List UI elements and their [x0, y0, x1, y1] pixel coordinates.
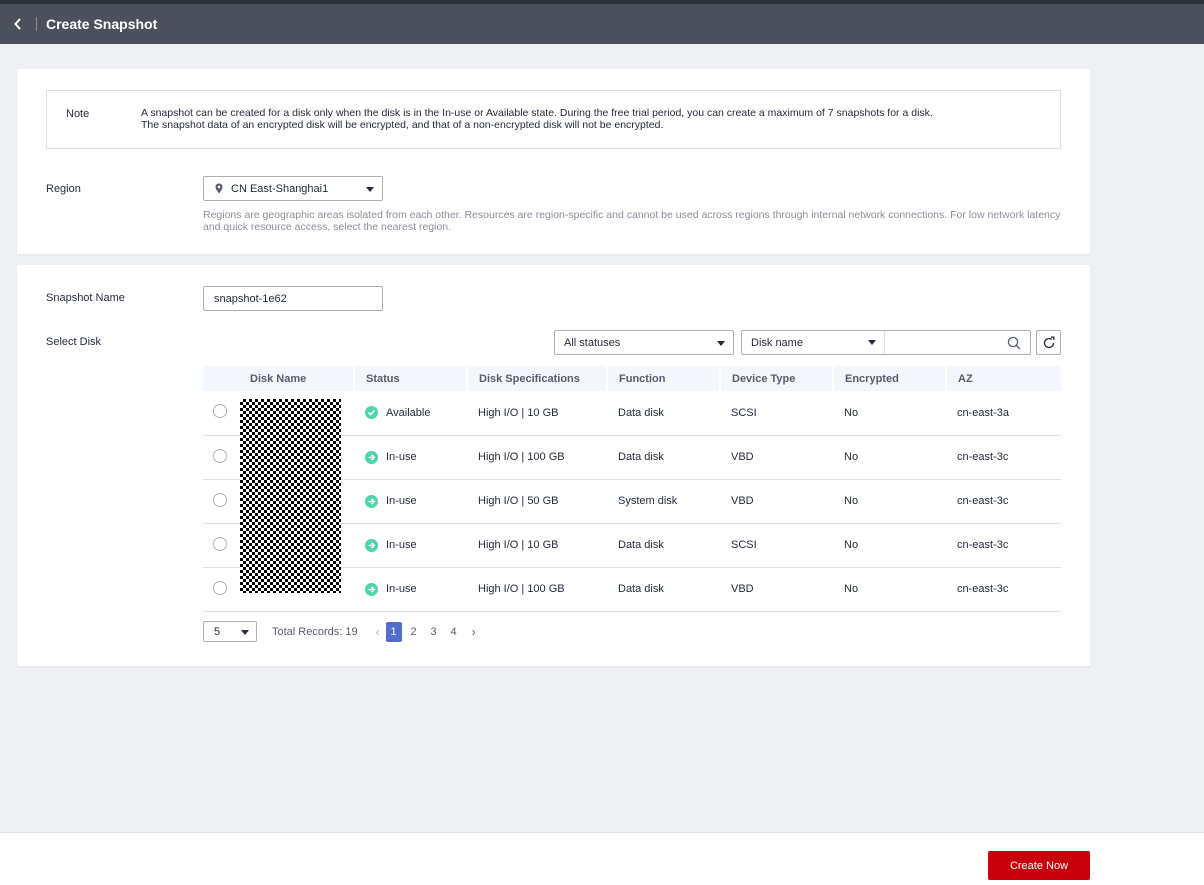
redacted-disk-names — [240, 399, 341, 593]
snapshot-card: Snapshot Name snapshot-1e62 Select Disk … — [17, 265, 1090, 666]
table-header-row: Disk Name Status Disk Specifications Fun… — [203, 366, 1061, 391]
page-3[interactable]: 3 — [426, 622, 442, 642]
page-size-value: 5 — [214, 625, 221, 638]
disk-search-input[interactable] — [885, 331, 1007, 354]
row-encrypted: No — [833, 479, 946, 524]
status-filter-select[interactable]: All statuses — [554, 330, 734, 355]
chevron-down-icon — [868, 340, 876, 345]
row-encrypted: No — [833, 567, 946, 612]
chevron-left-icon — [14, 18, 21, 30]
total-records: Total Records: 19 — [272, 625, 358, 638]
row-device-type: SCSI — [720, 391, 833, 436]
row-function: System disk — [607, 479, 720, 524]
region-value: CN East-Shanghai1 — [231, 182, 329, 195]
region-card: Note A snapshot can be created for a dis… — [17, 69, 1090, 254]
row-az: cn-east-3c — [946, 523, 1061, 568]
row-radio[interactable] — [213, 492, 227, 507]
disk-search-box: Disk name — [741, 330, 1031, 355]
row-device-type: VBD — [720, 479, 833, 524]
note-box: Note A snapshot can be created for a dis… — [46, 90, 1061, 149]
region-label: Region — [46, 183, 81, 195]
refresh-button[interactable] — [1036, 330, 1061, 355]
chevron-down-icon — [241, 630, 249, 635]
note-label: Note — [66, 108, 90, 120]
chevron-down-icon — [717, 341, 725, 346]
row-az: cn-east-3c — [946, 479, 1061, 524]
row-status: In-use — [386, 495, 417, 507]
refresh-icon — [1043, 336, 1054, 348]
page-4[interactable]: 4 — [446, 622, 462, 642]
row-status: Available — [386, 406, 431, 419]
search-icon[interactable] — [1007, 336, 1021, 350]
row-device-type: SCSI — [720, 523, 833, 568]
check-circle-icon — [365, 406, 378, 420]
col-header-device-type: Device Type — [720, 366, 834, 391]
row-function: Data disk — [607, 391, 720, 436]
arrow-right-circle-icon — [365, 538, 378, 552]
search-field-select[interactable]: Disk name — [742, 331, 885, 354]
row-status: In-use — [386, 583, 417, 595]
row-az: cn-east-3c — [946, 435, 1061, 480]
prev-page-icon[interactable]: ‹ — [376, 625, 380, 639]
row-az: cn-east-3c — [946, 567, 1061, 612]
search-field-value: Disk name — [751, 336, 803, 349]
row-device-type: VBD — [720, 435, 833, 480]
create-now-button[interactable]: Create Now — [988, 851, 1090, 880]
page-2[interactable]: 2 — [406, 622, 422, 642]
col-header-disk-name: Disk Name — [203, 366, 355, 391]
row-status: In-use — [386, 539, 417, 551]
row-az: cn-east-3a — [946, 391, 1061, 436]
snapshot-name-label: Snapshot Name — [46, 292, 125, 304]
note-line-1: A snapshot can be created for a disk onl… — [141, 107, 933, 119]
arrow-right-circle-icon — [365, 450, 378, 464]
chevron-down-icon — [366, 187, 374, 192]
title-divider — [36, 17, 37, 31]
row-radio[interactable] — [213, 580, 227, 595]
row-spec: High I/O | 10 GB — [467, 523, 607, 568]
page-size-select[interactable]: 5 — [203, 621, 257, 642]
row-radio[interactable] — [213, 536, 227, 551]
row-spec: High I/O | 50 GB — [467, 479, 607, 524]
note-text: A snapshot can be created for a disk onl… — [141, 91, 933, 148]
region-help-text: Regions are geographic areas isolated fr… — [203, 209, 1061, 233]
back-button[interactable] — [0, 4, 36, 44]
row-status: In-use — [386, 451, 417, 463]
pagination: 5 Total Records: 19 ‹ 1 2 3 4 › — [203, 621, 482, 642]
note-line-2: The snapshot data of an encrypted disk w… — [141, 119, 664, 131]
location-pin-icon — [215, 183, 223, 194]
row-encrypted: No — [833, 391, 946, 436]
row-spec: High I/O | 10 GB — [467, 391, 607, 436]
row-encrypted: No — [833, 435, 946, 480]
row-radio[interactable] — [213, 404, 227, 419]
row-spec: High I/O | 100 GB — [467, 435, 607, 480]
footer-bar: Create Now — [0, 832, 1204, 885]
arrow-right-circle-icon — [365, 582, 378, 596]
status-filter-value: All statuses — [564, 336, 621, 349]
row-radio[interactable] — [213, 448, 227, 463]
page-1[interactable]: 1 — [385, 621, 402, 642]
snapshot-name-input[interactable]: snapshot-1e62 — [203, 286, 383, 311]
col-header-function: Function — [607, 366, 721, 391]
row-spec: High I/O | 100 GB — [467, 567, 607, 612]
row-function: Data disk — [607, 435, 720, 480]
col-header-encrypted: Encrypted — [833, 366, 947, 391]
page-title: Create Snapshot — [46, 16, 158, 32]
col-header-spec: Disk Specifications — [467, 366, 608, 391]
row-function: Data disk — [607, 567, 720, 612]
top-bar: Create Snapshot — [0, 0, 1204, 44]
row-device-type: VBD — [720, 567, 833, 612]
col-header-status: Status — [354, 366, 468, 391]
select-disk-label: Select Disk — [46, 336, 102, 348]
col-header-az: AZ — [946, 366, 1061, 391]
region-select[interactable]: CN East-Shanghai1 — [203, 176, 383, 201]
row-function: Data disk — [607, 523, 720, 568]
row-encrypted: No — [833, 523, 946, 568]
next-page-icon[interactable]: › — [472, 625, 476, 639]
arrow-right-circle-icon — [365, 494, 378, 508]
